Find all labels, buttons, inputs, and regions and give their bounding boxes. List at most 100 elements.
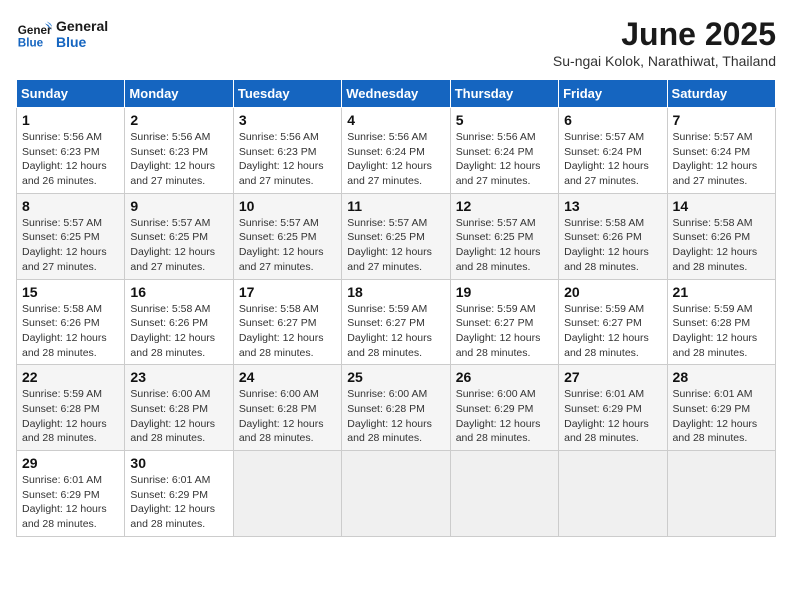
header: General Blue General Blue June 2025 Su-n… xyxy=(16,16,776,69)
weekday-header-sunday: Sunday xyxy=(17,80,125,108)
day-number: 7 xyxy=(673,112,770,128)
day-info: Sunrise: 6:01 AM Sunset: 6:29 PM Dayligh… xyxy=(564,387,661,446)
day-info: Sunrise: 6:00 AM Sunset: 6:29 PM Dayligh… xyxy=(456,387,553,446)
day-info: Sunrise: 5:56 AM Sunset: 6:23 PM Dayligh… xyxy=(130,130,227,189)
day-info: Sunrise: 6:00 AM Sunset: 6:28 PM Dayligh… xyxy=(347,387,444,446)
day-info: Sunrise: 5:58 AM Sunset: 6:26 PM Dayligh… xyxy=(564,216,661,275)
day-info: Sunrise: 5:57 AM Sunset: 6:25 PM Dayligh… xyxy=(239,216,336,275)
day-info: Sunrise: 6:00 AM Sunset: 6:28 PM Dayligh… xyxy=(130,387,227,446)
weekday-header-saturday: Saturday xyxy=(667,80,775,108)
calendar-cell: 20Sunrise: 5:59 AM Sunset: 6:27 PM Dayli… xyxy=(559,279,667,365)
weekday-header-row: SundayMondayTuesdayWednesdayThursdayFrid… xyxy=(17,80,776,108)
calendar-cell xyxy=(342,451,450,537)
day-info: Sunrise: 5:59 AM Sunset: 6:28 PM Dayligh… xyxy=(673,302,770,361)
calendar-cell: 8Sunrise: 5:57 AM Sunset: 6:25 PM Daylig… xyxy=(17,193,125,279)
day-info: Sunrise: 6:01 AM Sunset: 6:29 PM Dayligh… xyxy=(673,387,770,446)
calendar-cell: 25 Sunrise: 6:00 AM Sunset: 6:28 PM Dayli… xyxy=(342,365,450,451)
calendar-cell: 11 Sunrise: 5:57 AM Sunset: 6:25 PM Dayli… xyxy=(342,193,450,279)
calendar-cell xyxy=(450,451,558,537)
calendar-cell: 7 Sunrise: 5:57 AM Sunset: 6:24 PM Daylig… xyxy=(667,108,775,194)
calendar-cell: 30Sunrise: 6:01 AM Sunset: 6:29 PM Dayli… xyxy=(125,451,233,537)
day-number: 29 xyxy=(22,455,119,471)
calendar-week-row: 15 Sunrise: 5:58 AM Sunset: 6:26 PM Dayli… xyxy=(17,279,776,365)
calendar-cell: 3 Sunrise: 5:56 AM Sunset: 6:23 PM Daylig… xyxy=(233,108,341,194)
calendar-cell: 28 Sunrise: 6:01 AM Sunset: 6:29 PM Dayli… xyxy=(667,365,775,451)
day-number: 12 xyxy=(456,198,553,214)
weekday-header-wednesday: Wednesday xyxy=(342,80,450,108)
calendar-cell: 22Sunrise: 5:59 AM Sunset: 6:28 PM Dayli… xyxy=(17,365,125,451)
day-info: Sunrise: 5:56 AM Sunset: 6:23 PM Dayligh… xyxy=(239,130,336,189)
day-info: Sunrise: 5:57 AM Sunset: 6:24 PM Dayligh… xyxy=(564,130,661,189)
day-number: 15 xyxy=(22,284,119,300)
day-number: 24 xyxy=(239,369,336,385)
calendar-week-row: 1 Sunrise: 5:56 AM Sunset: 6:23 PM Daylig… xyxy=(17,108,776,194)
calendar-cell: 18 Sunrise: 5:59 AM Sunset: 6:27 PM Dayli… xyxy=(342,279,450,365)
calendar-cell: 9 Sunrise: 5:57 AM Sunset: 6:25 PM Daylig… xyxy=(125,193,233,279)
day-info: Sunrise: 5:59 AM Sunset: 6:27 PM Dayligh… xyxy=(347,302,444,361)
day-info: Sunrise: 5:57 AM Sunset: 6:25 PM Dayligh… xyxy=(456,216,553,275)
calendar-cell: 23Sunrise: 6:00 AM Sunset: 6:28 PM Dayli… xyxy=(125,365,233,451)
weekday-header-thursday: Thursday xyxy=(450,80,558,108)
svg-text:General: General xyxy=(18,24,52,37)
day-number: 5 xyxy=(456,112,553,128)
logo-icon: General Blue xyxy=(16,16,52,52)
weekday-header-friday: Friday xyxy=(559,80,667,108)
day-info: Sunrise: 5:57 AM Sunset: 6:25 PM Dayligh… xyxy=(347,216,444,275)
day-info: Sunrise: 5:57 AM Sunset: 6:24 PM Dayligh… xyxy=(673,130,770,189)
calendar-cell: 24 Sunrise: 6:00 AM Sunset: 6:28 PM Dayli… xyxy=(233,365,341,451)
logo: General Blue General Blue xyxy=(16,16,108,52)
calendar-table: SundayMondayTuesdayWednesdayThursdayFrid… xyxy=(16,79,776,537)
calendar-cell: 5 Sunrise: 5:56 AM Sunset: 6:24 PM Daylig… xyxy=(450,108,558,194)
day-number: 11 xyxy=(347,198,444,214)
day-number: 9 xyxy=(130,198,227,214)
day-info: Sunrise: 5:56 AM Sunset: 6:24 PM Dayligh… xyxy=(347,130,444,189)
day-info: Sunrise: 5:58 AM Sunset: 6:26 PM Dayligh… xyxy=(130,302,227,361)
day-number: 21 xyxy=(673,284,770,300)
calendar-cell xyxy=(559,451,667,537)
day-number: 28 xyxy=(673,369,770,385)
calendar-cell: 21 Sunrise: 5:59 AM Sunset: 6:28 PM Dayli… xyxy=(667,279,775,365)
day-number: 19 xyxy=(456,284,553,300)
calendar-cell: 10 Sunrise: 5:57 AM Sunset: 6:25 PM Dayli… xyxy=(233,193,341,279)
day-info: Sunrise: 6:00 AM Sunset: 6:28 PM Dayligh… xyxy=(239,387,336,446)
day-number: 16 xyxy=(130,284,227,300)
calendar-cell: 4 Sunrise: 5:56 AM Sunset: 6:24 PM Daylig… xyxy=(342,108,450,194)
calendar-cell: 14Sunrise: 5:58 AM Sunset: 6:26 PM Dayli… xyxy=(667,193,775,279)
calendar-cell xyxy=(667,451,775,537)
day-number: 2 xyxy=(130,112,227,128)
day-info: Sunrise: 5:57 AM Sunset: 6:25 PM Dayligh… xyxy=(130,216,227,275)
calendar-cell xyxy=(233,451,341,537)
calendar-week-row: 29 Sunrise: 6:01 AM Sunset: 6:29 PM Dayli… xyxy=(17,451,776,537)
day-info: Sunrise: 5:56 AM Sunset: 6:24 PM Dayligh… xyxy=(456,130,553,189)
day-number: 4 xyxy=(347,112,444,128)
calendar-cell: 15 Sunrise: 5:58 AM Sunset: 6:26 PM Dayli… xyxy=(17,279,125,365)
day-number: 26 xyxy=(456,369,553,385)
day-info: Sunrise: 5:58 AM Sunset: 6:27 PM Dayligh… xyxy=(239,302,336,361)
day-info: Sunrise: 5:56 AM Sunset: 6:23 PM Dayligh… xyxy=(22,130,119,189)
day-info: Sunrise: 5:59 AM Sunset: 6:27 PM Dayligh… xyxy=(456,302,553,361)
day-number: 25 xyxy=(347,369,444,385)
calendar-cell: 19 Sunrise: 5:59 AM Sunset: 6:27 PM Dayli… xyxy=(450,279,558,365)
calendar-cell: 17Sunrise: 5:58 AM Sunset: 6:27 PM Dayli… xyxy=(233,279,341,365)
day-number: 27 xyxy=(564,369,661,385)
calendar-cell: 1 Sunrise: 5:56 AM Sunset: 6:23 PM Daylig… xyxy=(17,108,125,194)
calendar-week-row: 22Sunrise: 5:59 AM Sunset: 6:28 PM Dayli… xyxy=(17,365,776,451)
day-number: 10 xyxy=(239,198,336,214)
title-block: June 2025 Su-ngai Kolok, Narathiwat, Tha… xyxy=(553,16,776,69)
calendar-cell: 27 Sunrise: 6:01 AM Sunset: 6:29 PM Dayli… xyxy=(559,365,667,451)
logo-general: General xyxy=(56,18,108,34)
day-number: 14 xyxy=(673,198,770,214)
calendar-cell: 26 Sunrise: 6:00 AM Sunset: 6:29 PM Dayli… xyxy=(450,365,558,451)
day-info: Sunrise: 5:59 AM Sunset: 6:27 PM Dayligh… xyxy=(564,302,661,361)
day-number: 18 xyxy=(347,284,444,300)
day-info: Sunrise: 6:01 AM Sunset: 6:29 PM Dayligh… xyxy=(22,473,119,532)
day-info: Sunrise: 5:58 AM Sunset: 6:26 PM Dayligh… xyxy=(22,302,119,361)
calendar-cell: 29 Sunrise: 6:01 AM Sunset: 6:29 PM Dayli… xyxy=(17,451,125,537)
weekday-header-monday: Monday xyxy=(125,80,233,108)
logo-blue: Blue xyxy=(56,34,108,50)
day-number: 13 xyxy=(564,198,661,214)
day-info: Sunrise: 5:59 AM Sunset: 6:28 PM Dayligh… xyxy=(22,387,119,446)
day-number: 1 xyxy=(22,112,119,128)
calendar-cell: 16 Sunrise: 5:58 AM Sunset: 6:26 PM Dayli… xyxy=(125,279,233,365)
day-number: 3 xyxy=(239,112,336,128)
